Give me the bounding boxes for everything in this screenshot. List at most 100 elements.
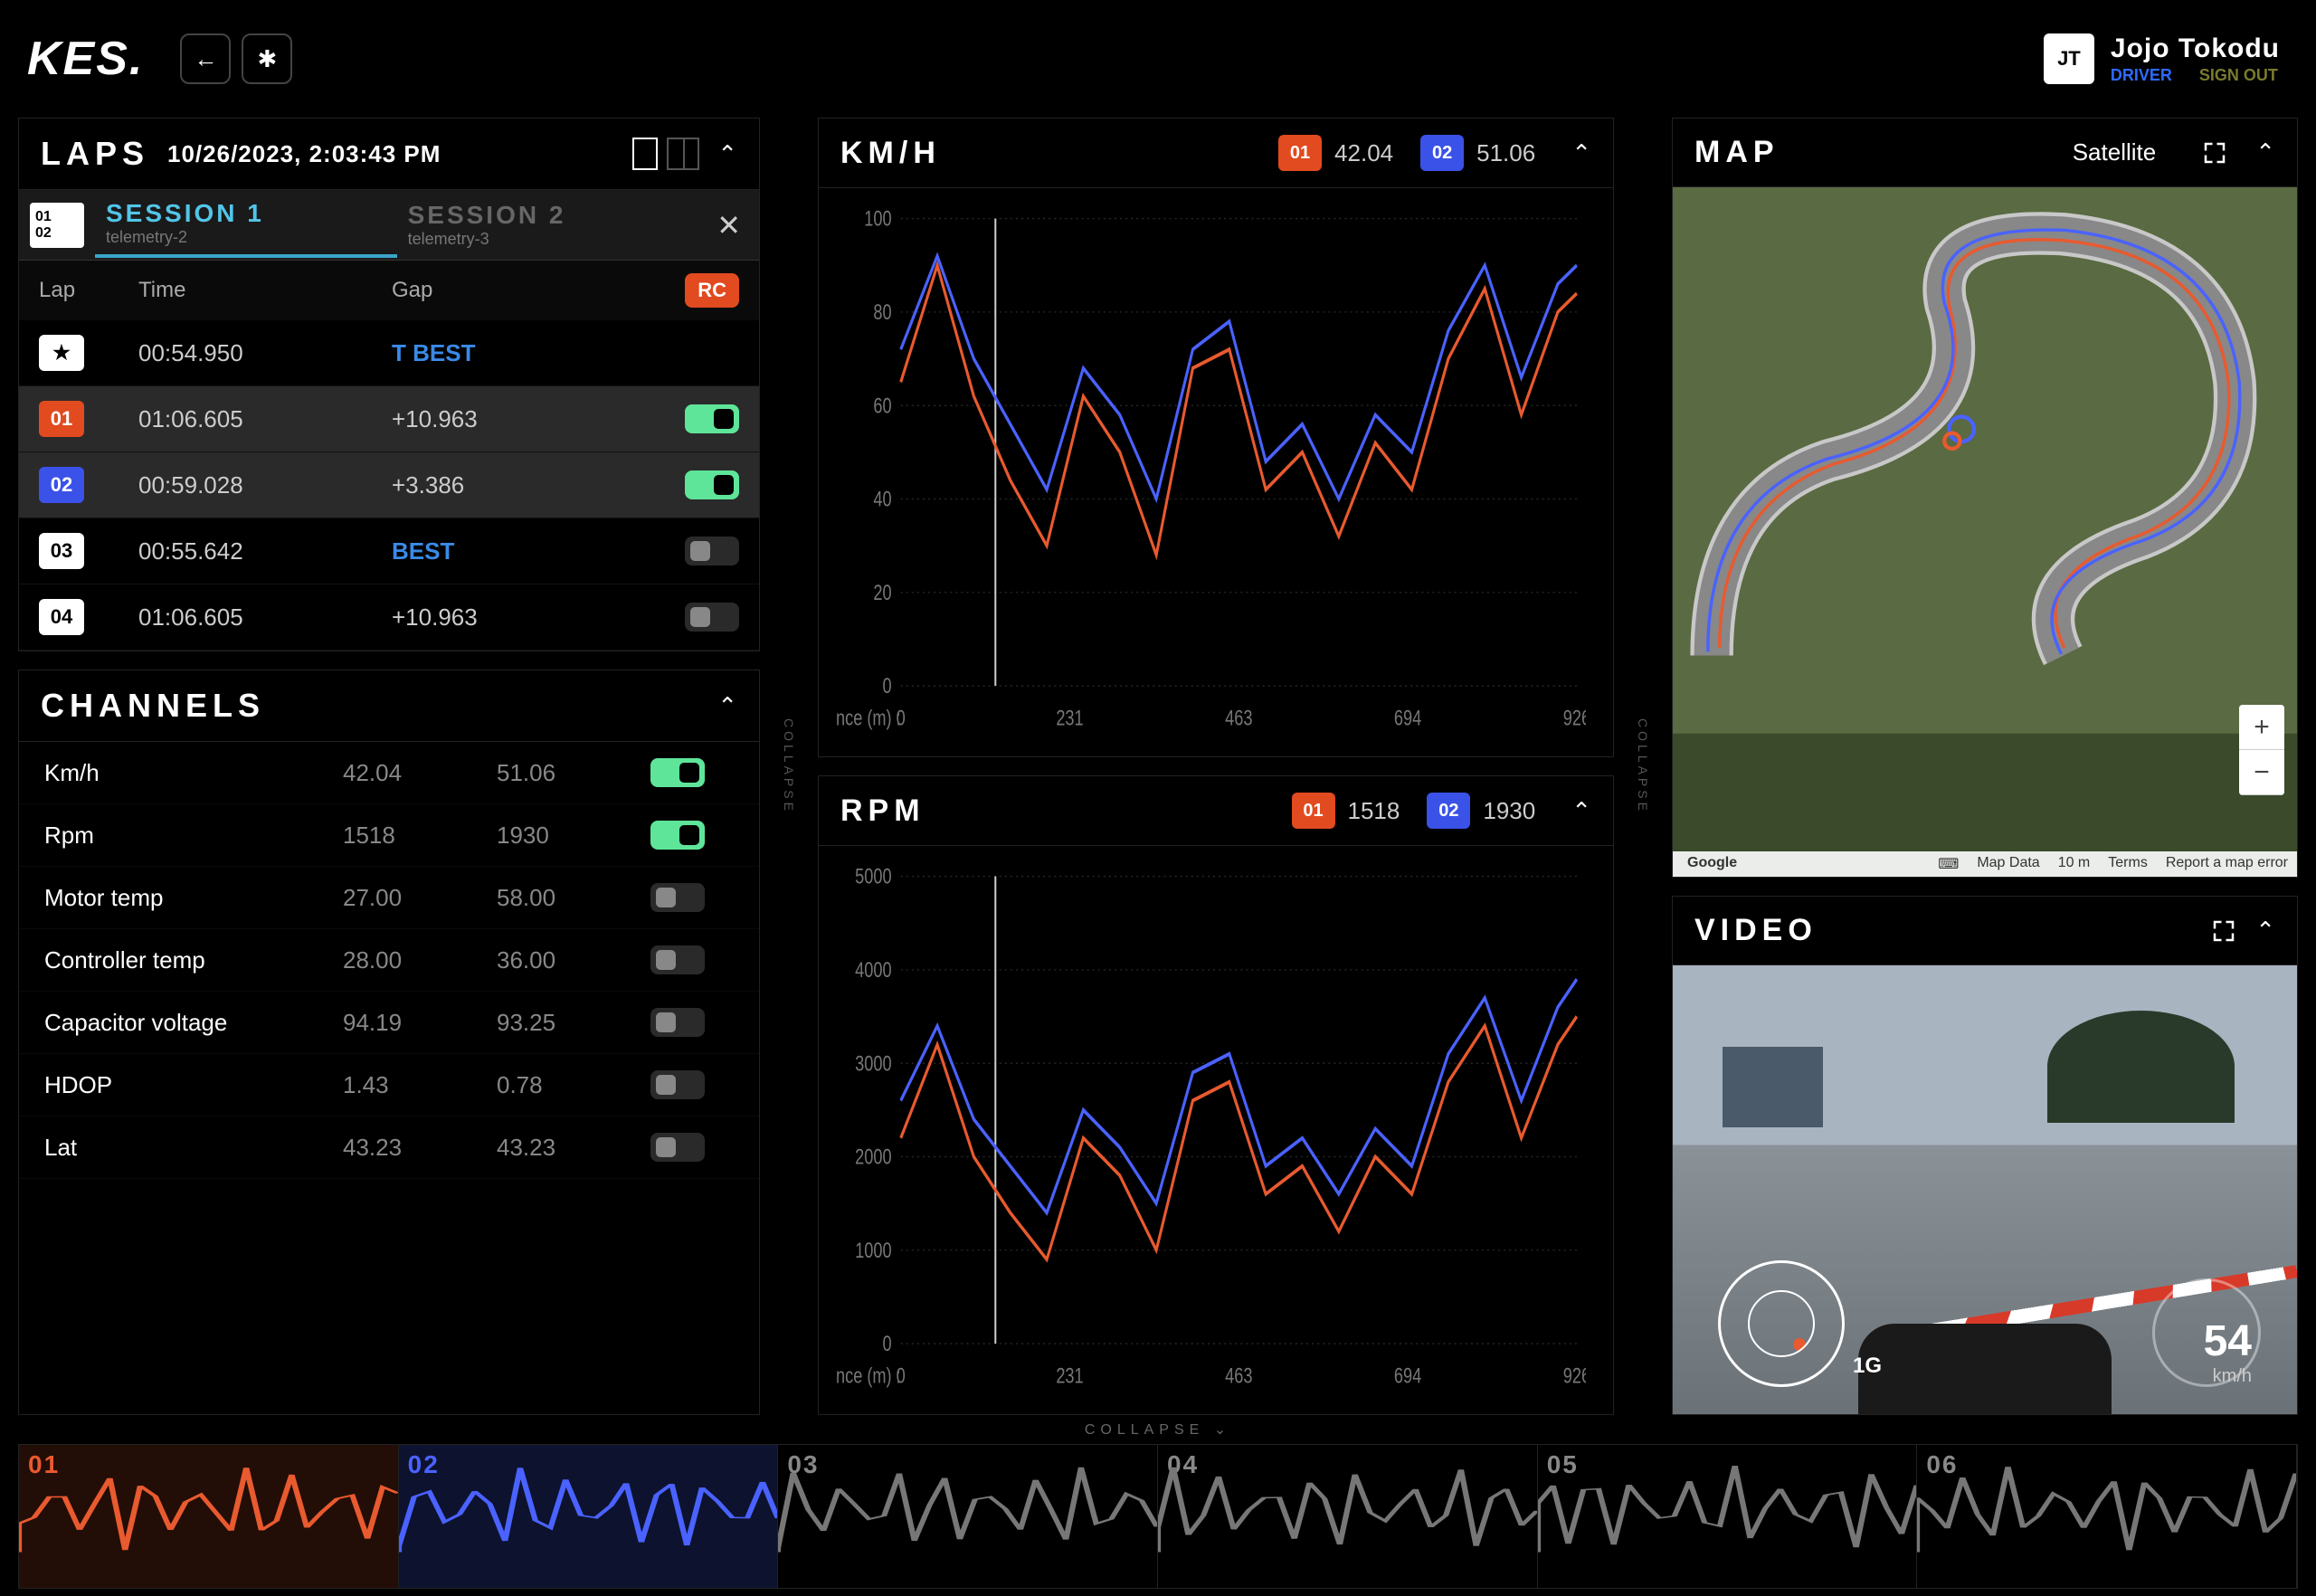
svg-text:231: 231 bbox=[1056, 1363, 1083, 1388]
layout-split-icon[interactable] bbox=[667, 138, 699, 170]
channel-v2: 1930 bbox=[497, 822, 650, 850]
strip-lap[interactable]: 05 bbox=[1538, 1445, 1918, 1588]
strip-lap[interactable]: 04 bbox=[1158, 1445, 1538, 1588]
channel-row[interactable]: Motor temp 27.00 58.00 bbox=[19, 867, 759, 929]
g-value: 1G bbox=[1853, 1354, 1882, 1379]
session-compare-icon[interactable]: 0102 bbox=[30, 203, 84, 248]
compass-n: N bbox=[2201, 1278, 2213, 1297]
svg-text:231: 231 bbox=[1056, 705, 1083, 730]
strip-lap[interactable]: 03 bbox=[778, 1445, 1158, 1588]
lap-row[interactable]: 01 01:06.605 +10.963 bbox=[19, 386, 759, 452]
channel-row[interactable]: Controller temp 28.00 36.00 bbox=[19, 929, 759, 992]
channel-v2: 58.00 bbox=[497, 884, 650, 912]
svg-text:20: 20 bbox=[873, 579, 891, 604]
user-name: Jojo Tokodu bbox=[2111, 33, 2280, 64]
channel-row[interactable]: Km/h 42.04 51.06 bbox=[19, 742, 759, 804]
sign-out-link[interactable]: SIGN OUT bbox=[2199, 66, 2278, 85]
svg-text:926: 926 bbox=[1563, 705, 1586, 730]
map-google: Google bbox=[1687, 855, 1737, 873]
svg-text:5000: 5000 bbox=[855, 864, 891, 888]
lap-toggle[interactable] bbox=[685, 470, 739, 499]
video-canvas[interactable]: 1G N 54 km/h bbox=[1673, 965, 2297, 1414]
channel-toggle[interactable] bbox=[650, 821, 705, 850]
lap-badge: ★ bbox=[39, 335, 84, 371]
rpm-chart[interactable]: 0100020003000400050000231463694926Distan… bbox=[837, 864, 1586, 1405]
rpm-val-01: 1518 bbox=[1348, 797, 1400, 825]
close-icon[interactable]: ✕ bbox=[717, 208, 741, 242]
session-tab-2[interactable]: SESSION 2 telemetry-3 bbox=[397, 194, 699, 256]
lap-toggle[interactable] bbox=[685, 404, 739, 433]
fullscreen-icon[interactable] bbox=[2201, 139, 2228, 166]
g-meter: 1G bbox=[1718, 1260, 1845, 1387]
collapse-mid[interactable]: COLLAPSE bbox=[1632, 718, 1654, 814]
channel-v2: 51.06 bbox=[497, 759, 650, 787]
channel-v2: 93.25 bbox=[497, 1009, 650, 1037]
lap-strip[interactable]: 01 02 03 04 05 06 bbox=[18, 1444, 2298, 1589]
session-tab-1[interactable]: SESSION 1 telemetry-2 bbox=[95, 192, 397, 258]
settings-button[interactable]: ✱ bbox=[242, 33, 292, 84]
map-zoom-out[interactable]: − bbox=[2239, 750, 2284, 795]
channel-toggle[interactable] bbox=[650, 1133, 705, 1162]
fullscreen-icon[interactable] bbox=[2210, 917, 2237, 945]
lap-row[interactable]: 04 01:06.605 +10.963 bbox=[19, 584, 759, 651]
map-terms[interactable]: Terms bbox=[2108, 855, 2148, 873]
map-keyboard-icon[interactable]: ⌨ bbox=[1938, 855, 1959, 873]
map-report[interactable]: Report a map error bbox=[2166, 855, 2288, 873]
back-button[interactable]: ← bbox=[180, 33, 231, 84]
session-2-sub: telemetry-3 bbox=[408, 230, 688, 249]
collapse-left[interactable]: COLLAPSE bbox=[778, 718, 800, 814]
chevron-up-icon[interactable]: ⌃ bbox=[2255, 917, 2275, 945]
channel-v1: 94.19 bbox=[343, 1009, 497, 1037]
col-lap: Lap bbox=[39, 278, 138, 303]
avatar[interactable]: JT bbox=[2044, 33, 2094, 84]
col-gap: Gap bbox=[392, 278, 685, 303]
lap-toggle[interactable] bbox=[685, 603, 739, 632]
lap-row[interactable]: 03 00:55.642 BEST bbox=[19, 518, 759, 584]
rpm-badge-02: 02 bbox=[1427, 793, 1470, 829]
lap-row[interactable]: ★ 00:54.950 T BEST bbox=[19, 320, 759, 386]
map-canvas[interactable]: + − Google ⌨ Map Data 10 m Terms Report … bbox=[1673, 187, 2297, 877]
svg-text:60: 60 bbox=[873, 393, 891, 418]
chevron-up-icon[interactable]: ⌃ bbox=[717, 692, 737, 720]
rc-badge[interactable]: RC bbox=[685, 273, 739, 308]
chevron-up-icon[interactable]: ⌃ bbox=[1571, 139, 1591, 167]
channel-row[interactable]: Lat 43.23 43.23 bbox=[19, 1116, 759, 1179]
strip-lap[interactable]: 01 bbox=[19, 1445, 399, 1588]
lap-time: 01:06.605 bbox=[138, 603, 392, 632]
col-time: Time bbox=[138, 278, 392, 303]
channel-toggle[interactable] bbox=[650, 758, 705, 787]
lap-gap: BEST bbox=[392, 537, 685, 565]
channel-row[interactable]: Capacitor voltage 94.19 93.25 bbox=[19, 992, 759, 1054]
channel-toggle[interactable] bbox=[650, 883, 705, 912]
map-mode[interactable]: Satellite bbox=[2073, 138, 2157, 166]
map-data[interactable]: Map Data bbox=[1977, 855, 2039, 873]
svg-text:463: 463 bbox=[1225, 705, 1252, 730]
map-zoom-in[interactable]: + bbox=[2239, 705, 2284, 750]
collapse-bottom[interactable]: COLLAPSE ⌄ bbox=[18, 1415, 2298, 1444]
session-1-sub: telemetry-2 bbox=[106, 228, 386, 247]
svg-text:Distance (m) :: Distance (m) : bbox=[837, 1363, 901, 1388]
rpm-title: RPM bbox=[840, 793, 925, 829]
session-2-name: SESSION 2 bbox=[408, 201, 688, 230]
lap-toggle[interactable] bbox=[685, 537, 739, 565]
map-scale: 10 m bbox=[2058, 855, 2091, 873]
chevron-up-icon[interactable]: ⌃ bbox=[2255, 138, 2275, 166]
svg-text:2000: 2000 bbox=[855, 1144, 891, 1169]
channel-v2: 36.00 bbox=[497, 946, 650, 974]
kmh-val-01: 42.04 bbox=[1334, 139, 1393, 167]
hud-speed: 54 bbox=[2204, 1316, 2252, 1366]
channel-row[interactable]: HDOP 1.43 0.78 bbox=[19, 1054, 759, 1116]
strip-lap[interactable]: 02 bbox=[399, 1445, 779, 1588]
channel-toggle[interactable] bbox=[650, 945, 705, 974]
channel-row[interactable]: Rpm 1518 1930 bbox=[19, 804, 759, 867]
layout-single-icon[interactable] bbox=[632, 138, 658, 170]
chevron-up-icon[interactable]: ⌃ bbox=[1571, 797, 1591, 825]
channels-title: CHANNELS bbox=[41, 687, 265, 725]
chevron-up-icon[interactable]: ⌃ bbox=[717, 140, 737, 168]
lap-badge: 03 bbox=[39, 533, 84, 569]
channel-toggle[interactable] bbox=[650, 1008, 705, 1037]
channel-toggle[interactable] bbox=[650, 1070, 705, 1099]
kmh-chart[interactable]: 0204060801000231463694926Distance (m) : bbox=[837, 206, 1586, 747]
lap-row[interactable]: 02 00:59.028 +3.386 bbox=[19, 452, 759, 518]
strip-lap[interactable]: 06 bbox=[1917, 1445, 2297, 1588]
